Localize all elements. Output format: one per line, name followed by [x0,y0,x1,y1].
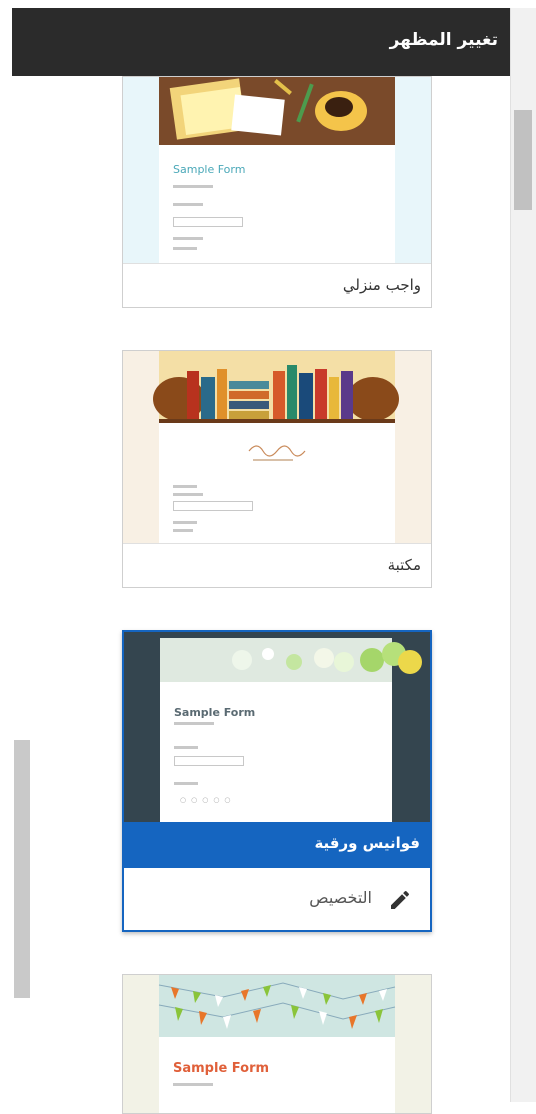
theme-label: مكتبة [387,556,421,574]
form-line [173,185,213,188]
form-line [173,529,193,532]
form-line [173,521,197,524]
theme-preview-library [123,351,431,543]
form-sheet: Sample Form [159,1037,395,1113]
theme-card-library[interactable]: مكتبة [122,350,432,588]
form-line [173,1083,213,1086]
theme-preview-bunting: Sample Form [123,975,431,1113]
form-title: Sample Form [173,1061,270,1076]
form-title: Sample Form [173,163,246,176]
form-box [174,756,244,766]
theme-card-bunting[interactable]: Sample Form [122,974,432,1114]
form-box [173,217,243,227]
library-header-image [153,351,399,423]
theme-card-homework[interactable]: Sample Form واجب منزلي [122,76,432,308]
form-box [173,501,253,511]
theme-preview-paper-lanterns: Sample Form ○○○○○ [124,632,430,822]
top-strip [0,0,536,8]
scrollbar-thumb[interactable] [514,110,532,210]
form-line [173,247,197,250]
pencil-icon [391,890,410,909]
selected-theme-label: فوانيس ورقية [314,834,420,852]
customize-label: التخصيص [309,888,372,907]
theme-label: واجب منزلي [342,276,421,294]
form-line [173,203,203,206]
form-title: Sample Form [174,706,256,719]
homework-header-image [159,77,395,145]
customize-button[interactable]: التخصيص [124,870,430,930]
form-script-title [248,445,306,461]
left-scrollbar-thumb[interactable] [14,740,30,998]
form-sheet: Sample Form ○○○○○ [160,682,392,822]
theme-preview-homework: Sample Form [123,77,431,263]
bunting-header-image [158,975,396,1037]
selected-theme-band: فوانيس ورقية [124,822,430,868]
form-line [174,722,214,725]
form-sheet [159,423,395,543]
theme-panel-header: تغيير المظهر [12,8,510,76]
form-line [173,493,203,496]
rating-dots: ○○○○○ [180,796,236,804]
form-line [174,746,198,749]
header-title: تغيير المظهر [389,30,498,50]
theme-label-row: مكتبة [123,543,431,587]
form-sheet: Sample Form [159,145,395,263]
theme-card-paper-lanterns[interactable]: Sample Form ○○○○○ فوانيس ورقية التخصيص [122,630,432,932]
form-line [173,237,203,240]
left-scroll-track [0,76,12,1102]
lanterns-header-image [160,638,422,682]
theme-label-row: واجب منزلي [123,263,431,307]
form-line [173,485,197,488]
form-line [174,782,198,785]
